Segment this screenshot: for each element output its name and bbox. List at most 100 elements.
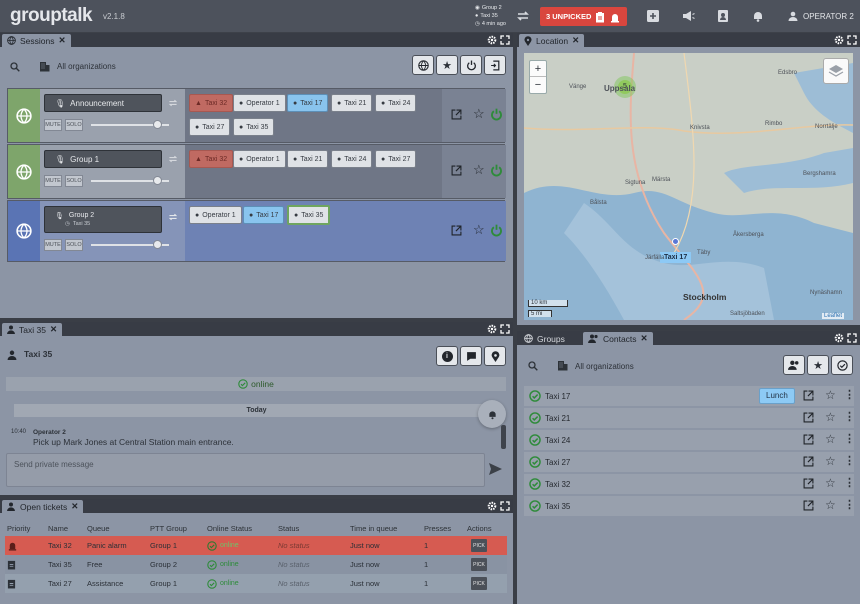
column-header[interactable]: Time in queue: [348, 520, 422, 536]
member-chip[interactable]: ● Taxi 27: [375, 150, 417, 168]
power-on-icon[interactable]: [490, 108, 503, 121]
tab-location[interactable]: Location ✕: [519, 34, 585, 47]
map-tiles[interactable]: [524, 53, 853, 320]
map-view[interactable]: [524, 53, 853, 320]
table-row[interactable]: Taxi 27 Assistance Group 1 online No sta…: [5, 574, 507, 593]
tab-contacts[interactable]: Contacts ✕: [583, 332, 653, 345]
zoom-out-button[interactable]: −: [530, 77, 546, 93]
volume-slider-knob[interactable]: [153, 120, 162, 129]
open-external-icon[interactable]: [451, 109, 462, 120]
close-tab-icon[interactable]: ✕: [641, 333, 648, 344]
star-outline-icon[interactable]: ☆: [825, 454, 836, 468]
swap-icon[interactable]: [516, 9, 530, 23]
tab-sessions[interactable]: Sessions ✕: [2, 34, 71, 47]
star-outline-icon[interactable]: ☆: [825, 498, 836, 512]
contact-row[interactable]: Taxi 32 ☆ ⋮: [524, 474, 855, 494]
open-external-icon[interactable]: [803, 478, 814, 489]
pick-button[interactable]: PICK: [471, 539, 487, 552]
member-chip[interactable]: ● Taxi 24: [331, 150, 373, 168]
more-options-icon[interactable]: ⋮: [844, 454, 855, 467]
notification-fab[interactable]: [478, 400, 506, 428]
star-outline-icon[interactable]: ☆: [825, 388, 836, 402]
expand-icon[interactable]: [500, 35, 510, 45]
open-external-icon[interactable]: [803, 500, 814, 511]
locate-button[interactable]: [484, 346, 506, 366]
solo-button[interactable]: SOLO: [65, 119, 83, 131]
column-header[interactable]: PTT Group: [148, 520, 205, 536]
expand-icon[interactable]: [847, 333, 857, 343]
member-chip-talking[interactable]: ● Taxi 17: [243, 206, 285, 224]
column-header[interactable]: Name: [46, 520, 85, 536]
swap-icon[interactable]: [167, 154, 179, 164]
ptt-button[interactable]: 🎙︎ Announcement: [44, 94, 162, 112]
expand-icon[interactable]: [847, 35, 857, 45]
swap-icon[interactable]: [167, 98, 179, 108]
contact-row[interactable]: Taxi 21 ☆ ⋮: [524, 408, 855, 428]
more-options-icon[interactable]: ⋮: [844, 498, 855, 511]
more-options-icon[interactable]: ⋮: [844, 476, 855, 489]
open-external-icon[interactable]: [803, 434, 814, 445]
volume-slider-knob[interactable]: [153, 240, 162, 249]
contact-row[interactable]: Taxi 24 ☆ ⋮: [524, 430, 855, 450]
mute-button[interactable]: MUTE: [44, 175, 62, 187]
map-attribution[interactable]: Leaflet: [822, 313, 845, 319]
open-external-icon[interactable]: [451, 225, 462, 236]
favorites-filter-button[interactable]: ★: [436, 55, 458, 75]
close-tab-icon[interactable]: ✕: [572, 35, 579, 46]
ptt-button[interactable]: 🎙︎ Group 1: [44, 150, 162, 168]
settings-gear-icon[interactable]: [487, 324, 497, 334]
open-external-icon[interactable]: [803, 390, 814, 401]
mute-button[interactable]: MUTE: [44, 119, 62, 131]
send-icon[interactable]: [489, 463, 502, 475]
column-header[interactable]: Queue: [85, 520, 148, 536]
contact-row[interactable]: Taxi 17 Lunch ☆ ⋮: [524, 386, 855, 406]
star-outline-icon[interactable]: ☆: [473, 106, 485, 122]
message-button[interactable]: [460, 346, 482, 366]
chat-scrollbar[interactable]: [501, 425, 506, 449]
tab-open-tickets[interactable]: Open tickets ✕: [2, 500, 84, 513]
open-external-icon[interactable]: [803, 456, 814, 467]
close-tab-icon[interactable]: ✕: [71, 501, 78, 512]
member-chip-alarm[interactable]: ▲ Taxi 32: [189, 94, 234, 112]
open-external-icon[interactable]: [803, 412, 814, 423]
contact-row[interactable]: Taxi 35 ☆ ⋮: [524, 496, 855, 516]
member-chip[interactable]: ● Operator 1: [233, 94, 286, 112]
solo-button[interactable]: SOLO: [65, 175, 83, 187]
more-options-icon[interactable]: ⋮: [844, 410, 855, 423]
star-outline-icon[interactable]: ☆: [473, 162, 485, 178]
column-header[interactable]: Priority: [5, 520, 46, 536]
private-message-input[interactable]: Send private message: [6, 453, 485, 487]
org-filter[interactable]: All organizations: [575, 362, 634, 371]
column-header[interactable]: Presses: [422, 520, 465, 536]
pick-button[interactable]: PICK: [471, 577, 487, 590]
operator-menu[interactable]: OPERATOR 2: [788, 11, 854, 21]
tab-chat[interactable]: Taxi 35 ✕: [2, 323, 63, 336]
table-row[interactable]: Taxi 35 Free Group 2 online No status Ju…: [5, 555, 507, 574]
zoom-in-button[interactable]: +: [530, 61, 546, 77]
member-chip[interactable]: ● Taxi 24: [375, 94, 417, 112]
logout-button[interactable]: [484, 55, 506, 75]
info-button[interactable]: i: [436, 346, 458, 366]
more-options-icon[interactable]: ⋮: [844, 388, 855, 401]
notifications-bell-icon[interactable]: [751, 9, 765, 23]
star-outline-icon[interactable]: ☆: [473, 222, 485, 238]
star-outline-icon[interactable]: ☆: [825, 410, 836, 424]
unpicked-tickets-button[interactable]: 3 UNPICKED: [540, 7, 627, 26]
favorites-filter-button[interactable]: ★: [807, 355, 829, 375]
volume-slider-knob[interactable]: [153, 176, 162, 185]
member-chip-alarm[interactable]: ▲ Taxi 32: [189, 150, 234, 168]
swap-icon[interactable]: [167, 212, 179, 222]
star-outline-icon[interactable]: ☆: [825, 432, 836, 446]
solo-button[interactable]: SOLO: [65, 239, 83, 251]
settings-gear-icon[interactable]: [834, 35, 844, 45]
close-tab-icon[interactable]: ✕: [59, 35, 66, 46]
broadcast-icon[interactable]: [681, 9, 695, 23]
add-icon[interactable]: [646, 9, 660, 23]
vehicle-marker[interactable]: [672, 238, 679, 245]
expand-icon[interactable]: [500, 501, 510, 511]
power-button[interactable]: [460, 55, 482, 75]
settings-gear-icon[interactable]: [487, 501, 497, 511]
org-filter[interactable]: All organizations: [57, 62, 116, 71]
settings-gear-icon[interactable]: [834, 333, 844, 343]
power-on-icon[interactable]: [490, 164, 503, 177]
